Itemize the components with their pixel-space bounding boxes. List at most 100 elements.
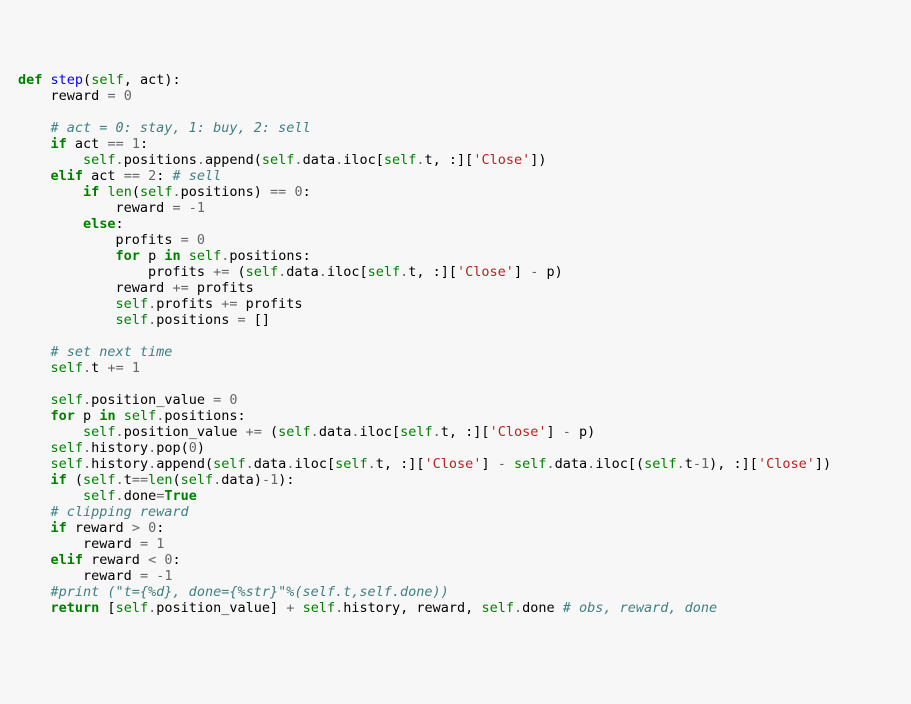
act-arg: act [140, 72, 164, 88]
self: self [481, 600, 514, 616]
var: reward [416, 600, 465, 616]
var: p [148, 248, 156, 264]
op: . [83, 360, 91, 376]
op: . [294, 152, 302, 168]
num: 1 [132, 136, 140, 152]
attr: t [376, 456, 384, 472]
attr: done [522, 600, 555, 616]
op: += [107, 360, 123, 376]
self: self [83, 424, 116, 440]
meth: append [205, 152, 254, 168]
attr: profits [156, 296, 213, 312]
comment-obs: # obs, reward, done [563, 600, 717, 616]
op: . [677, 456, 685, 472]
var: reward [51, 88, 100, 104]
attr: t [685, 456, 693, 472]
meth: append [156, 456, 205, 472]
self: self [116, 296, 149, 312]
op: == [124, 168, 140, 184]
op: . [433, 424, 441, 440]
var: profits [197, 280, 254, 296]
op: = [238, 312, 246, 328]
meth: pop [156, 440, 180, 456]
var: profits [148, 264, 205, 280]
attr: t [408, 264, 416, 280]
kw: in [164, 248, 180, 264]
op: . [319, 264, 327, 280]
op: . [148, 296, 156, 312]
kw: in [99, 408, 115, 424]
num: 1 [164, 568, 172, 584]
op: . [547, 456, 555, 472]
num: 1 [270, 472, 278, 488]
attr: iloc [343, 152, 376, 168]
self: self [140, 184, 173, 200]
attr: done [124, 488, 157, 504]
num: 1 [701, 456, 709, 472]
op: - [262, 472, 270, 488]
code-block: def step(self, act): reward = 0 # act = … [18, 72, 911, 616]
op: == [132, 472, 148, 488]
op: . [148, 456, 156, 472]
str: 'Close' [457, 264, 514, 280]
op: . [83, 456, 91, 472]
self: self [514, 456, 547, 472]
op: . [246, 456, 254, 472]
op: . [116, 152, 124, 168]
builtin: len [148, 472, 172, 488]
op: . [335, 600, 343, 616]
kw: if [83, 184, 99, 200]
self: self [400, 424, 433, 440]
num: 1 [156, 536, 164, 552]
var: p [579, 424, 587, 440]
var: p [546, 264, 554, 280]
op: . [116, 472, 124, 488]
attr: iloc [327, 264, 360, 280]
self: self [83, 472, 116, 488]
op: . [116, 424, 124, 440]
attr: t [91, 360, 99, 376]
op: . [197, 152, 205, 168]
attr: iloc [294, 456, 327, 472]
op: > [132, 520, 140, 536]
self: self [262, 152, 295, 168]
op: . [416, 152, 424, 168]
attr: data [555, 456, 588, 472]
num: 2 [148, 168, 156, 184]
self: self [51, 456, 84, 472]
var: reward [83, 536, 132, 552]
op: += [213, 264, 229, 280]
attr: data [319, 424, 352, 440]
str: 'Close' [425, 456, 482, 472]
comment-sell: # sell [173, 168, 222, 184]
op: . [116, 488, 124, 504]
builtin: len [107, 184, 131, 200]
func-name: step [51, 72, 84, 88]
attr: data [303, 152, 336, 168]
num: 1 [132, 360, 140, 376]
var: reward [116, 200, 165, 216]
var: reward [116, 280, 165, 296]
attr: history [91, 456, 148, 472]
op: - [530, 264, 538, 280]
var: reward [75, 520, 124, 536]
self: self [189, 248, 222, 264]
self: self [83, 152, 116, 168]
comment-clip: # clipping reward [51, 504, 189, 520]
kw: return [51, 600, 100, 616]
self: self [116, 312, 149, 328]
op: += [246, 424, 262, 440]
kw: if [51, 472, 67, 488]
num: 0 [229, 392, 237, 408]
op: . [83, 440, 91, 456]
kw: for [51, 408, 75, 424]
str: 'Close' [473, 152, 530, 168]
comment-print: #print ("t={%d}, done={%str}"%(self.t,se… [51, 584, 449, 600]
op: + [286, 600, 294, 616]
self: self [278, 424, 311, 440]
op: += [172, 280, 188, 296]
kw: if [51, 136, 67, 152]
num: 1 [197, 200, 205, 216]
op: = [213, 392, 221, 408]
self: self [384, 152, 417, 168]
